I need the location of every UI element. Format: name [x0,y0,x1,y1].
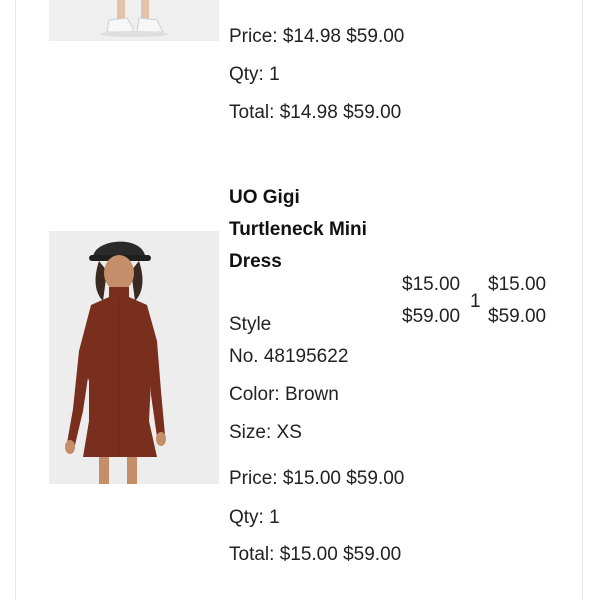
product-title-line-3: Dress [229,251,282,272]
style-number: No. 48195622 [229,346,349,367]
item1-price: Price: $14.98 $59.00 [229,26,405,47]
product-title-line-1: UO Gigi [229,187,300,208]
product-title-line-2: Turtleneck Mini [229,219,367,240]
unit-price-sale: $15.00 [402,274,461,295]
unit-price-original: $59.00 [402,306,461,327]
color-value: Color: Brown [229,384,339,405]
item2-total: Total: $15.00 $59.00 [229,544,402,565]
item1-qty: Qty: 1 [229,64,280,85]
line-total-sale: $15.00 [488,274,547,295]
size-value: Size: XS [229,422,302,443]
line-total-original: $59.00 [488,306,547,327]
sneakers-photo [49,0,219,41]
product-title[interactable]: UO Gigi Turtleneck Mini Dress [229,182,399,278]
quantity-value: 1 [470,291,481,312]
product-image-1[interactable] [49,0,219,41]
item2-price: Price: $15.00 $59.00 [229,468,405,489]
dress-photo [49,231,219,484]
item2-qty: Qty: 1 [229,507,280,528]
item1-total: Total: $14.98 $59.00 [229,102,402,123]
style-label: Style [229,314,272,335]
product-image-2[interactable] [49,231,219,484]
